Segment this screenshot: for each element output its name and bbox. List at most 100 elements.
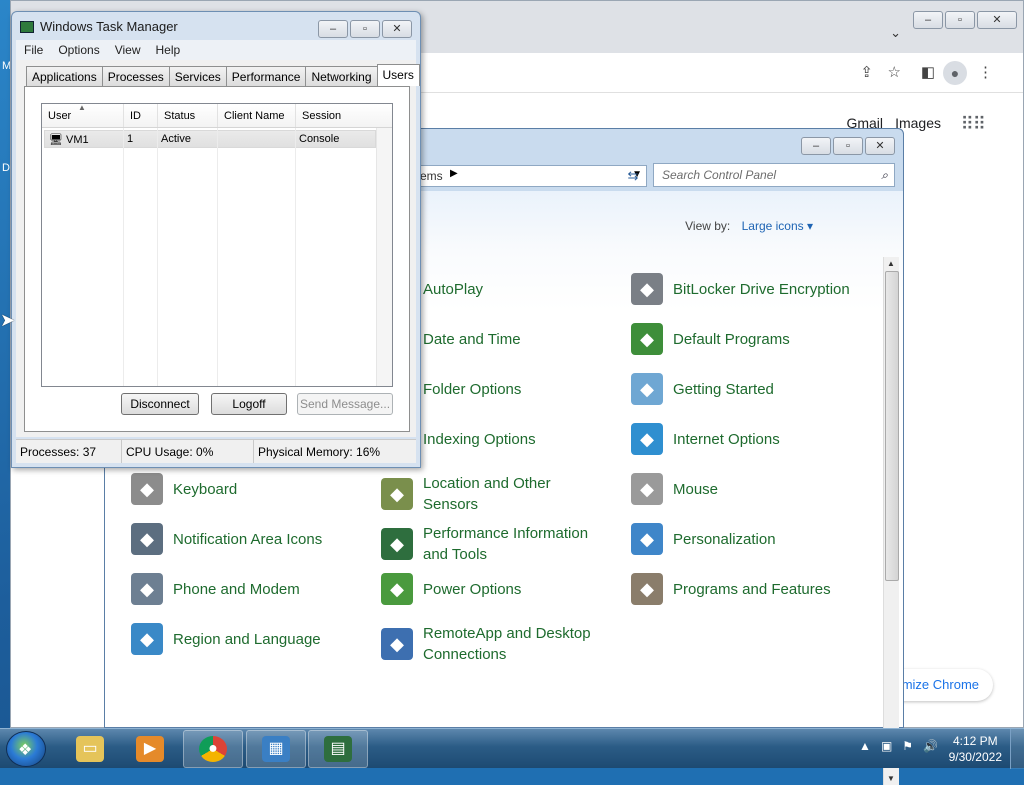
cell-session: Console [299,133,340,145]
performance-icon: ◆ [381,528,413,560]
column-header-session[interactable]: Session [296,104,376,127]
cp-item-personalization[interactable]: ◆ Personalization [631,523,776,555]
cp-item-label: Region and Language [173,630,321,648]
minimize-button[interactable]: – [801,137,831,155]
start-button[interactable]: ❖ [6,731,46,767]
users-table: ▲ User ID Status Client Name Session 🖥 VM… [41,103,393,387]
table-row[interactable]: 🖥 VM1 1 Active Console [44,130,376,148]
scrollbar[interactable]: ▲ ▼ [883,257,899,785]
search-placeholder: Search Control Panel [662,168,777,182]
view-by: View by: Large icons ▾ [685,219,813,233]
cp-item-mouse[interactable]: ◆ Mouse [631,473,718,505]
send-message-button[interactable]: Send Message... [297,393,393,415]
minimize-button[interactable]: – [913,11,943,29]
status-memory: Physical Memory: 16% [258,445,381,459]
windows-logo-icon: ❖ [18,742,33,759]
taskbar-task-manager[interactable]: ▤ [308,730,368,768]
cp-item-phone-modem[interactable]: ◆ Phone and Modem [131,573,300,605]
cp-item-keyboard[interactable]: ◆ Keyboard [131,473,237,505]
cp-item-notification-area[interactable]: ◆ Notification Area Icons [131,523,322,555]
cp-item-programs-features[interactable]: ◆ Programs and Features [631,573,831,605]
tab-services[interactable]: Services [168,66,227,86]
cp-item-power-options[interactable]: ◆ Power Options [381,573,521,605]
personalization-icon: ◆ [631,523,663,555]
menu-file[interactable]: File [24,43,43,57]
tab-applications[interactable]: Applications [26,66,103,86]
column-header-client-name[interactable]: Client Name [218,104,296,127]
maximize-button[interactable]: ▫ [833,137,863,155]
logoff-button[interactable]: Logoff [211,393,287,415]
star-icon[interactable]: ☆ [888,63,901,81]
column-header-id[interactable]: ID [124,104,158,127]
cp-item-label: Performance Information and Tools [423,525,589,563]
cp-item-label: Internet Options [673,430,780,448]
tab-processes[interactable]: Processes [101,66,170,86]
cp-item-bitlocker[interactable]: ◆ BitLocker Drive Encryption [631,273,850,305]
profile-icon[interactable]: ● [943,61,967,85]
cp-item-region-language[interactable]: ◆ Region and Language [131,623,321,655]
mouse-cursor-icon: ➤ [0,310,16,330]
clock-date: 9/30/2022 [948,750,1002,764]
more-icon[interactable]: ⋮ [978,63,993,81]
show-desktop-button[interactable] [1010,729,1024,769]
view-by-dropdown[interactable]: Large icons ▾ [742,219,813,233]
tab-users[interactable]: Users [376,64,420,86]
action-center-icon[interactable]: ⚑ [902,739,913,753]
maximize-button[interactable]: ▫ [350,20,380,38]
clock[interactable]: 4:12 PM 9/30/2022 [949,733,1002,765]
scroll-down-icon[interactable]: ▼ [887,774,895,783]
mouse-icon: ◆ [631,473,663,505]
bitlocker-icon: ◆ [631,273,663,305]
taskbar-explorer[interactable]: ▭ [60,730,120,768]
cp-item-internet-options[interactable]: ◆ Internet Options [631,423,780,455]
tab-strip: Applications Processes Services Performa… [26,64,420,86]
cp-item-label: AutoPlay [423,280,484,298]
search-input[interactable]: Search Control Panel ⌕ [653,163,895,187]
network-icon[interactable]: ▣ [881,739,892,753]
sidebar-icon[interactable]: ◧ [921,63,935,81]
tab-performance[interactable]: Performance [225,66,307,86]
table-scrollbar[interactable] [376,128,392,386]
cell-user: 🖥 VM1 [49,134,89,146]
chrome-window-controls: – ▫ ✕ [913,11,1017,29]
tab-search-icon[interactable]: ⌄ [890,25,901,41]
cp-item-performance[interactable]: ◆ Performance Information and Tools [381,523,588,565]
cp-item-default-programs[interactable]: ◆ Default Programs [631,323,790,355]
breadcrumb-arrow-icon[interactable]: ▶ [450,168,458,179]
desktop-icon-label[interactable]: D [2,162,10,174]
scroll-up-icon[interactable]: ▲ [887,259,895,268]
taskbar-media-player[interactable]: ▶ [120,730,180,768]
tab-networking[interactable]: Networking [305,66,378,86]
folder-icon: ▭ [76,736,104,762]
minimize-button[interactable]: – [318,20,348,38]
volume-icon[interactable]: 🔊 [923,739,938,753]
power-options-icon: ◆ [381,573,413,605]
cp-item-label: Personalization [673,530,776,548]
cp-item-label: Location and Other Sensors [423,475,551,513]
share-icon[interactable]: ⇪ [860,63,873,81]
apps-grid-icon[interactable]: ⠿⠿ [961,114,986,135]
column-header-status[interactable]: Status [158,104,218,127]
cp-item-remoteapp[interactable]: ◆ RemoteApp and Desktop Connections [381,623,591,665]
menu-options[interactable]: Options [58,43,99,57]
maximize-button[interactable]: ▫ [945,11,975,29]
close-button[interactable]: ✕ [977,11,1017,29]
cell-client-name [217,131,295,147]
disconnect-button[interactable]: Disconnect [121,393,199,415]
search-icon[interactable]: ⌕ [881,168,888,183]
cp-item-location-sensors[interactable]: ◆ Location and Other Sensors [381,473,551,515]
cp-item-getting-started[interactable]: ◆ Getting Started [631,373,774,405]
menu-view[interactable]: View [115,43,141,57]
close-button[interactable]: ✕ [382,20,412,38]
scrollbar-thumb[interactable] [885,271,899,581]
cp-item-label: Phone and Modem [173,580,300,598]
close-button[interactable]: ✕ [865,137,895,155]
show-hidden-icons-icon[interactable]: ▲ [859,739,871,753]
breadcrumb[interactable]: ems [420,169,443,183]
refresh-icon[interactable]: ⇆ [621,165,645,187]
menu-help[interactable]: Help [156,43,181,57]
default-programs-icon: ◆ [631,323,663,355]
taskbar-control-panel[interactable]: ▦ [246,730,306,768]
taskbar-chrome[interactable]: ● [183,730,243,768]
column-header-user[interactable]: ▲ User [42,103,124,127]
